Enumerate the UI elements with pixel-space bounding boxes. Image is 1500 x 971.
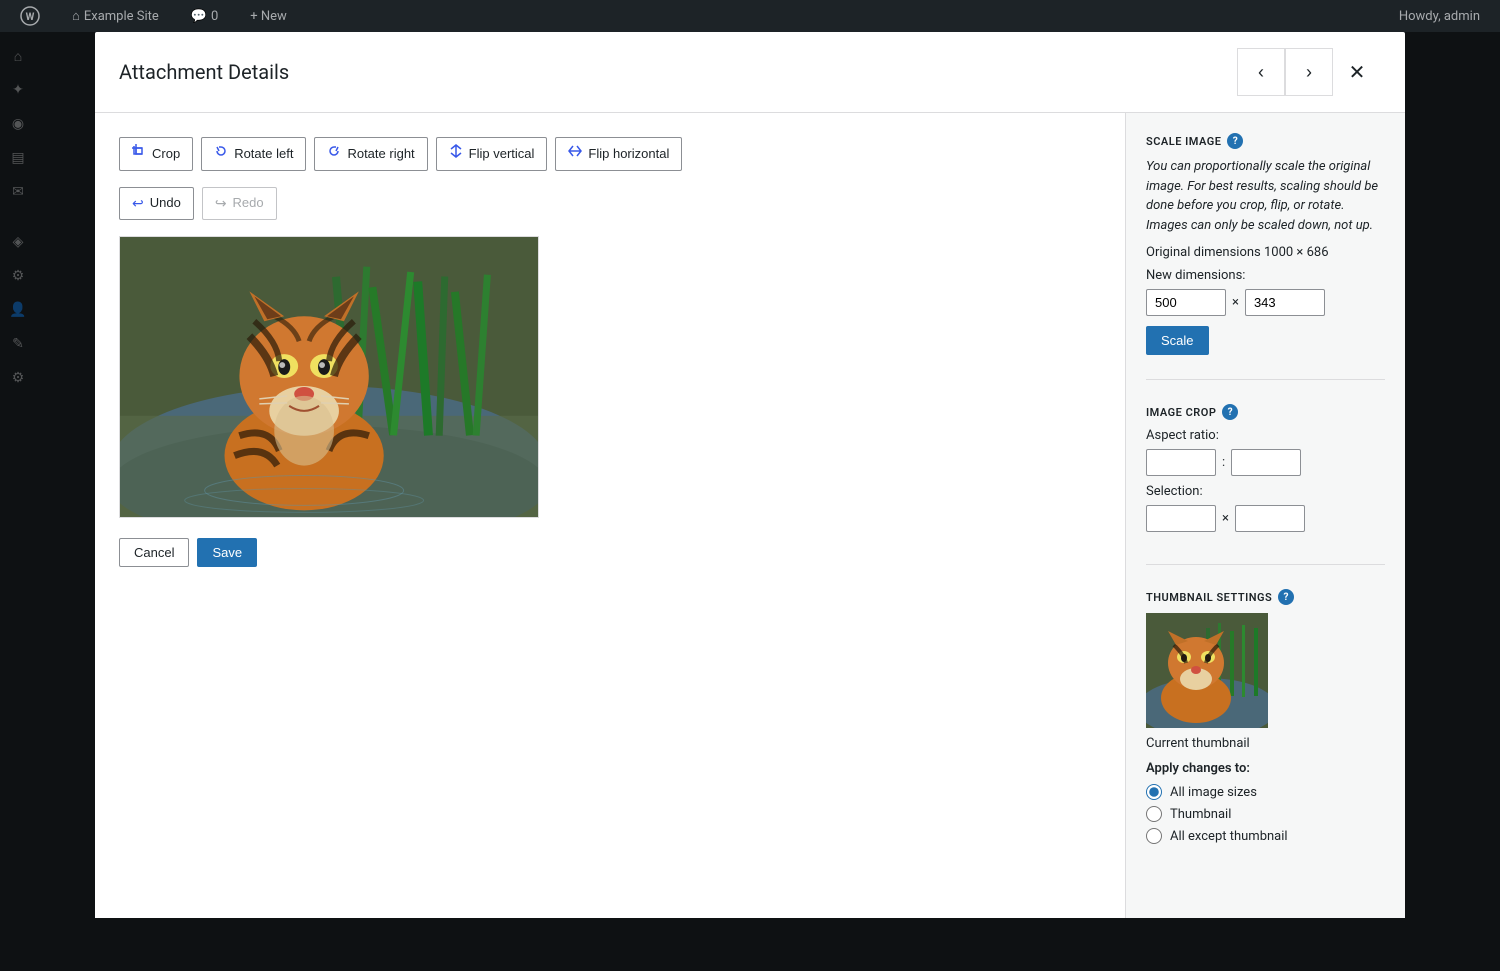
image-crop-title: IMAGE CROP ? [1146, 404, 1385, 420]
scale-image-description: You can proportionally scale the origina… [1146, 157, 1385, 235]
crop-label: Crop [152, 145, 180, 163]
aspect-width-input[interactable] [1146, 449, 1216, 476]
thumbnail-settings-section: THUMBNAIL SETTINGS ? [1146, 589, 1385, 874]
new-content-link[interactable]: + New [242, 0, 295, 32]
user-menu[interactable]: Howdy, admin [1391, 0, 1488, 32]
modal-title: Attachment Details [119, 60, 289, 84]
image-crop-help-icon[interactable]: ? [1222, 404, 1238, 420]
flip-horizontal-icon [568, 144, 582, 164]
scale-width-input[interactable] [1146, 289, 1226, 316]
wp-logo-icon: W [20, 6, 40, 26]
rotate-left-icon [214, 144, 228, 164]
cancel-button[interactable]: Cancel [119, 538, 189, 567]
redo-label: Redo [233, 194, 264, 212]
radio-except-thumbnail-input[interactable] [1146, 828, 1162, 844]
aspect-ratio-inputs: : [1146, 449, 1385, 476]
dimensions-separator: × [1232, 295, 1239, 310]
comments-icon: 💬 [191, 9, 207, 24]
scale-image-title: SCALE IMAGE ? [1146, 133, 1385, 149]
site-name: Example Site [84, 9, 159, 24]
aspect-height-input[interactable] [1231, 449, 1301, 476]
selection-width-input[interactable] [1146, 505, 1216, 532]
thumbnail-settings-title-text: THUMBNAIL SETTINGS [1146, 591, 1272, 604]
crop-icon [132, 144, 146, 164]
save-button[interactable]: Save [197, 538, 257, 567]
selection-height-input[interactable] [1235, 505, 1305, 532]
undo-redo-toolbar: ↩ Undo ↪ Redo [119, 187, 1101, 221]
svg-text:W: W [26, 12, 35, 23]
undo-label: Undo [150, 194, 181, 212]
apply-changes-label: Apply changes to: [1146, 761, 1385, 776]
image-crop-section: IMAGE CROP ? Aspect ratio: : Selection: [1146, 404, 1385, 565]
attachment-details-modal: Attachment Details ‹ › ✕ [95, 32, 1405, 918]
flip-horizontal-button[interactable]: Flip horizontal [555, 137, 682, 171]
radio-except-thumbnail-label: All except thumbnail [1170, 829, 1288, 844]
thumbnail-settings-title: THUMBNAIL SETTINGS ? [1146, 589, 1385, 605]
selection-inputs: × [1146, 505, 1385, 532]
user-label: Howdy, admin [1399, 9, 1480, 24]
selection-separator: × [1222, 511, 1229, 526]
redo-button[interactable]: ↪ Redo [202, 187, 277, 221]
new-label: + New [250, 9, 287, 24]
radio-thumbnail-label: Thumbnail [1170, 807, 1231, 822]
new-dimensions-label: New dimensions: [1146, 268, 1385, 283]
scale-image-title-text: SCALE IMAGE [1146, 135, 1221, 148]
radio-thumbnail-input[interactable] [1146, 806, 1162, 822]
radio-all-sizes[interactable]: All image sizes [1146, 784, 1385, 800]
image-edit-area: Crop Rotate left [95, 113, 1125, 918]
scale-image-section: SCALE IMAGE ? You can proportionally sca… [1146, 133, 1385, 380]
modal-overlay: Attachment Details ‹ › ✕ [0, 32, 1500, 971]
right-panel: SCALE IMAGE ? You can proportionally sca… [1125, 113, 1405, 918]
action-buttons: Cancel Save [119, 538, 1101, 567]
radio-thumbnail[interactable]: Thumbnail [1146, 806, 1385, 822]
image-edit-toolbar: Crop Rotate left [119, 137, 1101, 171]
aspect-separator: : [1222, 455, 1225, 470]
rotate-left-label: Rotate left [234, 145, 293, 163]
rotate-right-button[interactable]: Rotate right [314, 137, 427, 171]
dimensions-inputs: × [1146, 289, 1385, 316]
rotate-right-label: Rotate right [347, 145, 414, 163]
previous-attachment-button[interactable]: ‹ [1237, 48, 1285, 96]
selection-label: Selection: [1146, 484, 1385, 499]
scale-button[interactable]: Scale [1146, 326, 1209, 355]
modal-navigation: ‹ › ✕ [1237, 48, 1381, 96]
thumbnail-settings-help-icon[interactable]: ? [1278, 589, 1294, 605]
current-thumbnail-label: Current thumbnail [1146, 736, 1385, 751]
close-modal-button[interactable]: ✕ [1333, 48, 1381, 96]
thumbnail-preview-image [1146, 613, 1268, 728]
wp-logo-link[interactable]: W [12, 0, 48, 32]
aspect-ratio-label: Aspect ratio: [1146, 428, 1385, 443]
home-icon: ⌂ [72, 8, 80, 24]
rotate-left-button[interactable]: Rotate left [201, 137, 306, 171]
flip-vertical-icon [449, 144, 463, 164]
next-attachment-button[interactable]: › [1285, 48, 1333, 96]
crop-button[interactable]: Crop [119, 137, 193, 171]
modal-header: Attachment Details ‹ › ✕ [95, 32, 1405, 113]
radio-all-sizes-input[interactable] [1146, 784, 1162, 800]
rotate-right-icon [327, 144, 341, 164]
flip-vertical-button[interactable]: Flip vertical [436, 137, 548, 171]
redo-icon: ↪ [215, 194, 227, 214]
flip-vertical-label: Flip vertical [469, 145, 535, 163]
scale-image-help-icon[interactable]: ? [1227, 133, 1243, 149]
radio-except-thumbnail[interactable]: All except thumbnail [1146, 828, 1385, 844]
image-crop-title-text: IMAGE CROP [1146, 406, 1216, 419]
comments-link[interactable]: 💬 0 [183, 0, 227, 32]
admin-bar: W ⌂ Example Site 💬 0 + New Howdy, admin [0, 0, 1500, 32]
site-name-link[interactable]: ⌂ Example Site [64, 0, 167, 32]
image-preview [119, 236, 539, 518]
main-layout: ⌂ ✦ ◉ ▤ ✉ ◈ ⚙ 👤 ✎ ⚙ Attachment Details ‹… [0, 32, 1500, 971]
scale-height-input[interactable] [1245, 289, 1325, 316]
thumbnail-tiger-image [1146, 613, 1268, 728]
comment-count: 0 [211, 9, 218, 24]
original-dimensions: Original dimensions 1000 × 686 [1146, 245, 1385, 260]
undo-button[interactable]: ↩ Undo [119, 187, 194, 221]
radio-all-sizes-label: All image sizes [1170, 785, 1257, 800]
flip-horizontal-label: Flip horizontal [588, 145, 669, 163]
modal-body: Crop Rotate left [95, 113, 1405, 918]
undo-icon: ↩ [132, 194, 144, 214]
tiger-image [120, 237, 538, 517]
